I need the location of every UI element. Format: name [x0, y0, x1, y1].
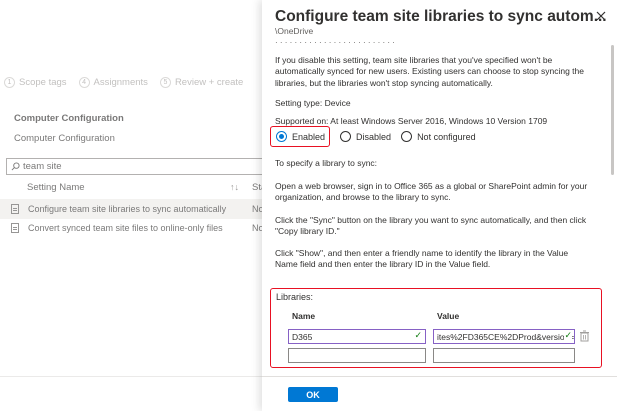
radio-label: Enabled [292, 131, 326, 142]
ok-button[interactable]: OK [288, 387, 338, 402]
row-setting-name: Configure team site libraries to sync au… [28, 204, 227, 214]
radio-button[interactable] [276, 131, 287, 142]
instruction-step: Click the "Sync" button on the library y… [275, 215, 587, 237]
column-name: Name [292, 311, 316, 321]
table-row[interactable]: Convert synced team site files to online… [0, 218, 264, 238]
step-scope-tags[interactable]: 1 Scope tags [4, 77, 67, 88]
sort-icon[interactable]: ↑↓ [230, 182, 239, 192]
panel-title: Configure team site libraries to sync au… [275, 8, 607, 25]
instruction-step: Click "Show", and then enter a friendly … [275, 248, 569, 270]
row-setting-name: Convert synced team site files to online… [28, 223, 223, 233]
check-icon: ✓ [414, 330, 422, 340]
section-breadcrumb[interactable]: Computer Configuration [14, 133, 115, 144]
check-icon: ✓ [564, 330, 572, 341]
settings-search-input[interactable]: team site [6, 158, 268, 175]
instruction-step: Open a web browser, sign in to Office 36… [275, 181, 588, 203]
trash-icon[interactable] [579, 330, 590, 342]
section-heading: Computer Configuration [14, 113, 124, 124]
divider [0, 376, 262, 377]
library-name-field[interactable]: D365 ✓ [288, 329, 426, 344]
document-icon [11, 223, 19, 233]
wizard-steps: 1 Scope tags 4 Assignments 5 Review + cr… [4, 77, 243, 88]
radio-disabled[interactable]: Disabled [340, 131, 391, 142]
state-radio-group: Enabled Disabled Not configured [270, 126, 476, 147]
description-text: If you disable this setting, team site l… [275, 55, 584, 88]
libraries-section: Libraries: Name Value D365 ✓ ites%2FD365… [270, 288, 602, 368]
library-name-value: D365 [292, 331, 313, 342]
step-label: Review + create [174, 77, 244, 88]
document-icon [11, 204, 19, 214]
scrollbar[interactable] [611, 45, 614, 175]
close-icon [596, 11, 606, 21]
footer-divider [262, 376, 617, 377]
settings-panel: Configure team site libraries to sync au… [262, 0, 617, 411]
library-id-value: ites%2FD365CE%2DProd&version= [437, 331, 575, 342]
step-number: 4 [78, 77, 90, 88]
step-number: 5 [159, 77, 171, 88]
search-icon [11, 162, 20, 171]
new-library-value-field[interactable] [433, 348, 575, 363]
radio-button[interactable] [401, 131, 413, 142]
step-number: 1 [4, 77, 15, 88]
column-setting-name[interactable]: Setting Name [27, 182, 85, 193]
radio-enabled[interactable]: Enabled [270, 126, 331, 147]
radio-button[interactable] [340, 131, 352, 142]
step-label: Assignments [93, 77, 148, 88]
library-value-field[interactable]: ites%2FD365CE%2DProd&version= ✓ [433, 329, 575, 344]
radio-label: Not configured [417, 131, 476, 142]
radio-label: Disabled [356, 131, 392, 142]
clipped-text: · · · · · · · · · · · · · · · · · · · · … [275, 38, 395, 43]
table-row[interactable]: Configure team site libraries to sync au… [0, 199, 264, 219]
settings-table-header: Setting Name ↑↓ Sta [0, 182, 266, 199]
new-library-name-field[interactable] [288, 348, 426, 363]
column-value: Value [437, 311, 460, 321]
setting-type: Setting type: Device [275, 98, 351, 108]
panel-path: \OneDrive [275, 26, 314, 36]
search-value: team site [23, 161, 62, 172]
close-button[interactable] [593, 8, 609, 24]
step-assignments[interactable]: 4 Assignments [78, 77, 148, 88]
libraries-label: Libraries: [276, 292, 314, 302]
instruction-heading: To specify a library to sync: [275, 158, 378, 168]
step-review-create[interactable]: 5 Review + create [159, 77, 244, 88]
radio-not-configured[interactable]: Not configured [401, 131, 476, 142]
step-label: Scope tags [19, 77, 67, 88]
panel-body[interactable]: If you disable this setting, team site l… [262, 45, 609, 375]
